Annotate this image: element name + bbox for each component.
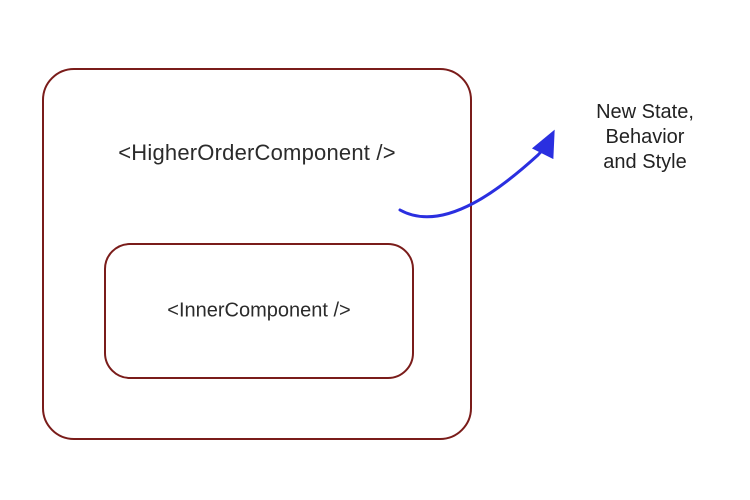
- annotation-line-1: New State,: [560, 100, 730, 125]
- annotation-line-3: and Style: [560, 150, 730, 175]
- inner-component-label: <InnerComponent />: [106, 300, 412, 323]
- higher-order-component-box: <HigherOrderComponent /> <InnerComponent…: [42, 68, 472, 440]
- annotation-line-2: Behavior: [560, 125, 730, 150]
- annotation-text: New State, Behavior and Style: [560, 100, 730, 175]
- inner-component-box: <InnerComponent />: [104, 243, 414, 379]
